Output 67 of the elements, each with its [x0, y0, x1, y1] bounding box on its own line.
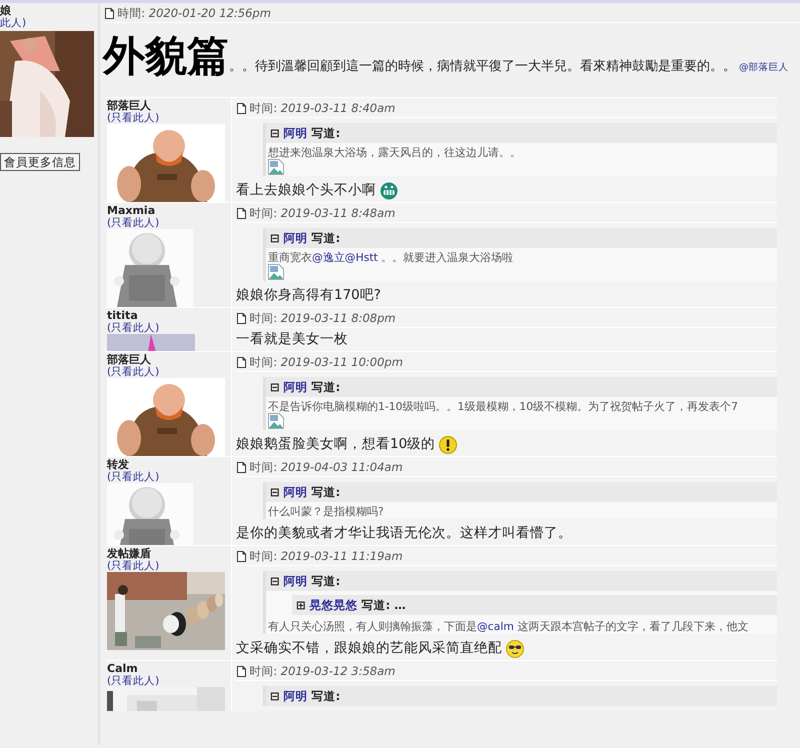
author-link[interactable]: 晃悠晃悠 — [310, 598, 358, 612]
view-only-link[interactable]: (只看此人) — [107, 217, 229, 229]
exclamation-icon — [439, 436, 458, 454]
quote-text: 重商宽衣@逸立@Hstt 。。就要进入温泉大浴场啦 — [268, 251, 514, 264]
document-icon — [237, 102, 246, 114]
document-icon — [237, 462, 246, 472]
author-link[interactable]: 阿明 — [284, 231, 308, 245]
username: 部落巨人 — [107, 354, 152, 366]
reply-text: 看上去娘娘个头不小啊 — [236, 181, 376, 200]
username: 娘 — [0, 5, 12, 17]
document-icon — [105, 8, 114, 18]
post-body: 。。待到溫馨回顧到這一篇的時候，病情就平復了一大半兒。看來精神鼓勵是重要的。。 — [229, 58, 736, 76]
timestamp: 时间: 2019-04-03 11:04am — [249, 460, 403, 474]
quote-text: 不是告诉你电脑模糊的1-10级啦吗。。1级最模糊，10级不模糊。为了祝贺帖子火了，再发表个7 — [268, 400, 739, 413]
author-link[interactable]: 阿明 — [284, 574, 308, 588]
view-only-link[interactable]: (只看此人) — [107, 560, 229, 572]
quote-header: ⊟ 阿明 写道: — [266, 228, 777, 248]
author-link[interactable]: 阿明 — [284, 689, 308, 703]
mention-link[interactable]: @Hstt — [344, 251, 378, 264]
timestamp: 时间: 2019-03-11 11:19am — [249, 549, 403, 563]
quote-header: ⊟ 阿明 写道: — [266, 123, 777, 143]
timestamp: 時間: 2020-01-20 12:56pm — [117, 6, 271, 20]
username: Maxmia — [107, 205, 156, 217]
quote-text: 有人只关心汤照，有人则摛翰振藻，下面是@calm 这两天跟本宫帖子的文字，看了几段下来，他文 — [268, 620, 750, 633]
reply-text: 娘娘鹅蛋脸美女啊，想看10级的 — [236, 435, 436, 454]
author-link[interactable]: 阿明 — [284, 485, 308, 499]
document-icon — [237, 356, 246, 368]
member-info-button[interactable]: 會員更多信息 — [0, 153, 80, 171]
sunglasses-emoji-icon — [506, 640, 524, 658]
timestamp: 时间: 2019-03-12 3:58am — [249, 664, 396, 678]
view-only-link[interactable]: (只看此人) — [107, 366, 229, 378]
nested-quote-header: ⊞ 晃悠晃悠 写道: … — [292, 595, 777, 615]
grin-emoji-icon — [380, 182, 398, 200]
reply-text: 是你的美貌或者才华让我语无伦次。这样才叫看懵了。 — [236, 524, 572, 543]
username: Calm — [107, 663, 139, 675]
document-icon — [237, 550, 246, 562]
view-only-link[interactable]: 此人) — [0, 17, 98, 29]
quote-header: ⊟ 阿明 写道: — [266, 571, 777, 591]
document-icon — [237, 208, 246, 218]
username: 转发 — [107, 459, 130, 471]
timestamp: 时间: 2019-03-11 8:48am — [249, 206, 396, 220]
username: titita — [107, 310, 139, 322]
view-only-link[interactable]: (只看此人) — [107, 471, 229, 483]
view-only-link[interactable]: (只看此人) — [107, 112, 229, 124]
reply-text: 文采确实不错，跟娘娘的艺能风采简直绝配 — [236, 639, 502, 658]
username: 部落巨人 — [107, 100, 152, 112]
quote-header: ⊟ 阿明 写道: — [266, 482, 777, 502]
reply-text: 娘娘你身高得有170吧? — [236, 286, 381, 305]
quote-text: 什么叫蒙？是指模糊吗? — [268, 505, 385, 518]
document-icon — [237, 312, 246, 324]
mention-link[interactable]: @部落巨人 — [739, 61, 788, 76]
author-link[interactable]: 阿明 — [284, 126, 308, 140]
reply-text: 一看就是美女一枚 — [236, 330, 348, 349]
author-link[interactable]: 阿明 — [284, 380, 308, 394]
document-icon — [237, 666, 246, 676]
quote-header: ⊟ 阿明 写道: — [266, 686, 777, 706]
timestamp: 时间: 2019-03-11 8:08pm — [249, 311, 396, 325]
view-only-link[interactable]: (只看此人) — [107, 675, 229, 687]
timestamp: 时间: 2019-03-11 10:00pm — [249, 355, 403, 369]
post-title: 外貌篇 — [103, 33, 229, 79]
quote-text: 想进来泡温泉大浴场，露天风吕的，往这边儿请。。 — [268, 146, 522, 159]
username: 发帖嫌盾 — [107, 548, 152, 560]
timestamp: 时间: 2019-03-11 8:40am — [249, 101, 396, 115]
mention-link[interactable]: @calm — [477, 620, 514, 633]
view-only-link[interactable]: (只看此人) — [107, 322, 229, 334]
quote-header: ⊟ 阿明 写道: — [266, 377, 777, 397]
mention-link[interactable]: @逸立 — [312, 251, 345, 264]
